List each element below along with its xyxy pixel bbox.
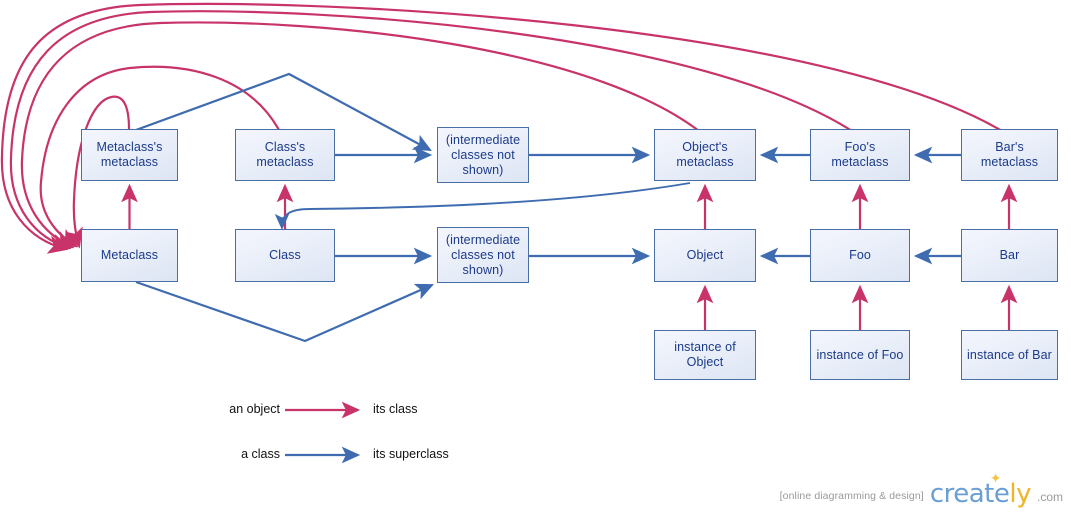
legend-target-its-superclass: its superclass xyxy=(373,447,449,461)
node-instance-of-object[interactable]: instance of Object xyxy=(654,330,756,380)
node-intermediate-bottom[interactable]: (intermediate classes not shown) xyxy=(437,227,529,283)
legend-source-a-class: a class xyxy=(241,447,280,461)
node-metaclass[interactable]: Metaclass xyxy=(81,229,178,282)
node-label: Object xyxy=(686,248,724,262)
node-metaclass-metaclass[interactable]: Metaclass's metaclass xyxy=(81,129,178,181)
sparkle-icon: ✦ xyxy=(989,471,1002,487)
legend-source-an-object: an object xyxy=(229,402,280,416)
node-label: (intermediate classes not shown) xyxy=(445,132,521,177)
legend-arrows-group xyxy=(285,401,361,464)
node-label: Object's metaclass xyxy=(676,140,734,169)
node-object-metaclass[interactable]: Object's metaclass xyxy=(654,129,756,181)
node-intermediate-top[interactable]: (intermediate classes not shown) xyxy=(437,127,529,183)
edge-metaclass-to-intermediate-bottom xyxy=(135,280,435,343)
node-bar[interactable]: Bar xyxy=(961,229,1058,282)
node-foo[interactable]: Foo xyxy=(810,229,910,282)
node-label: Bar xyxy=(999,248,1020,262)
node-instance-of-bar[interactable]: instance of Bar xyxy=(961,330,1058,380)
edge-object-metaclass-to-class xyxy=(274,182,691,230)
node-label: instance of Foo xyxy=(816,347,904,362)
node-label: instance of Bar xyxy=(967,347,1052,362)
node-label: Class xyxy=(269,248,301,262)
creately-logo: creately ✦ xyxy=(929,472,1032,509)
node-label: Foo xyxy=(849,248,871,262)
watermark-domain-suffix: .com xyxy=(1036,490,1063,504)
node-label: Foo's metaclass xyxy=(831,140,889,169)
node-class-metaclass[interactable]: Class's metaclass xyxy=(235,129,335,181)
node-label: Metaclass xyxy=(100,248,159,262)
watermark-tagline: [online diagramming & design] xyxy=(779,490,924,502)
node-label: (intermediate classes not shown) xyxy=(445,232,521,277)
watermark-brand-left: creat xyxy=(929,479,995,509)
superclass-edges-group xyxy=(135,72,961,343)
node-label: Bar's metaclass xyxy=(980,140,1039,169)
creately-watermark: [online diagramming & design] creately ✦ … xyxy=(779,472,1063,509)
diagram-canvas: Metaclass's metaclass Class's metaclass … xyxy=(0,0,1071,513)
node-foo-metaclass[interactable]: Foo's metaclass xyxy=(810,129,910,181)
node-label: instance of Object xyxy=(674,340,736,369)
node-label: Metaclass's metaclass xyxy=(96,140,163,169)
node-instance-of-foo[interactable]: instance of Foo xyxy=(810,330,910,380)
node-bar-metaclass[interactable]: Bar's metaclass xyxy=(961,129,1058,181)
watermark-brand-y: ly xyxy=(1009,479,1031,509)
node-class[interactable]: Class xyxy=(235,229,335,282)
node-object[interactable]: Object xyxy=(654,229,756,282)
legend-target-its-class: its class xyxy=(373,402,418,416)
node-label: Class's metaclass xyxy=(256,140,314,169)
